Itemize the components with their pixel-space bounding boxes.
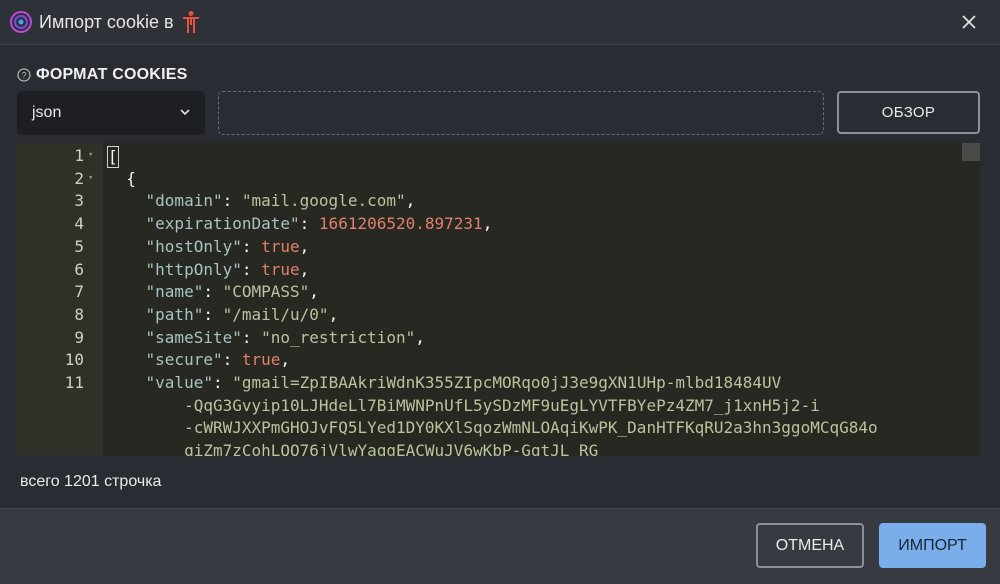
close-icon[interactable]: [958, 11, 980, 33]
svg-text:?: ?: [21, 71, 26, 81]
format-section-header: ? ФОРМАТ COOKIES: [17, 66, 187, 84]
code-editor[interactable]: 1 ▾ 2 ▾ 3 4 5 6 7 8 9 10 11 [ { "domain": "mail.goog…: [17, 143, 980, 456]
code-line: "domain": "mail.google.com",: [145, 191, 416, 211]
line-number: 8: [74, 304, 84, 324]
editor-scroll-corner[interactable]: [962, 143, 980, 161]
question-circle-icon[interactable]: ?: [17, 68, 31, 82]
code-line: "httpOnly": true,: [145, 259, 310, 279]
code-line: "expirationDate": 1661206520.897231,: [145, 214, 493, 234]
code-line: "sameSite": "no_restriction",: [145, 327, 425, 347]
line-number: 10: [64, 350, 84, 370]
line-count-text: всего 1201 строчка: [20, 473, 162, 490]
browser-logo-icon: [10, 11, 32, 33]
line-number: 2: [74, 168, 84, 188]
code-line: "path": "/mail/u/0",: [145, 304, 339, 324]
format-select[interactable]: json: [17, 91, 205, 135]
code-line: "secure": true,: [145, 350, 291, 370]
code-line: "hostOnly": true,: [145, 236, 310, 256]
format-select-value: json: [32, 104, 62, 121]
title-bar: Импорт cookie в: [0, 0, 1000, 45]
line-number: 3: [74, 191, 84, 211]
code-line: qiZm7zCohLQQ76jVlwYaqgEACWuJV6wKbP-GqtJL…: [184, 441, 599, 456]
browse-button[interactable]: ОБЗОР: [837, 91, 980, 134]
line-number: 5: [74, 236, 84, 256]
code-line: -QqG3Gvyip10LJHdeLl7BiMWNPnUfL5ySDzMF9uE…: [184, 395, 820, 415]
code-line: "value": "gmail=ZpIBAAkriWdnK355ZIpcMORq…: [145, 373, 782, 392]
file-drop-zone[interactable]: [218, 91, 824, 135]
code-line: [: [107, 146, 119, 168]
code-line: {: [107, 168, 136, 188]
person-icon: [183, 11, 199, 33]
line-number: 4: [74, 214, 84, 234]
fold-arrow-icon[interactable]: ▾: [88, 173, 93, 183]
import-button[interactable]: ИМПОРТ: [879, 523, 986, 568]
line-number: 9: [74, 327, 84, 347]
line-number: 6: [74, 259, 84, 279]
code-line: "name": "COMPASS",: [145, 282, 319, 302]
cancel-button[interactable]: ОТМЕНА: [756, 523, 864, 568]
line-number: 1: [74, 146, 84, 165]
code-line: -cWRWJXXPmGHOJvFQ5LYed1DY0KXlSqozWmNLOAq…: [184, 418, 878, 438]
format-cookies-label: ФОРМАТ COOKIES: [36, 66, 188, 83]
line-number: 7: [74, 282, 84, 302]
line-number: 11: [64, 373, 84, 392]
fold-arrow-icon[interactable]: ▾: [88, 150, 93, 160]
chevron-down-icon: [180, 109, 190, 116]
window-title: Импорт cookie в: [39, 12, 174, 32]
